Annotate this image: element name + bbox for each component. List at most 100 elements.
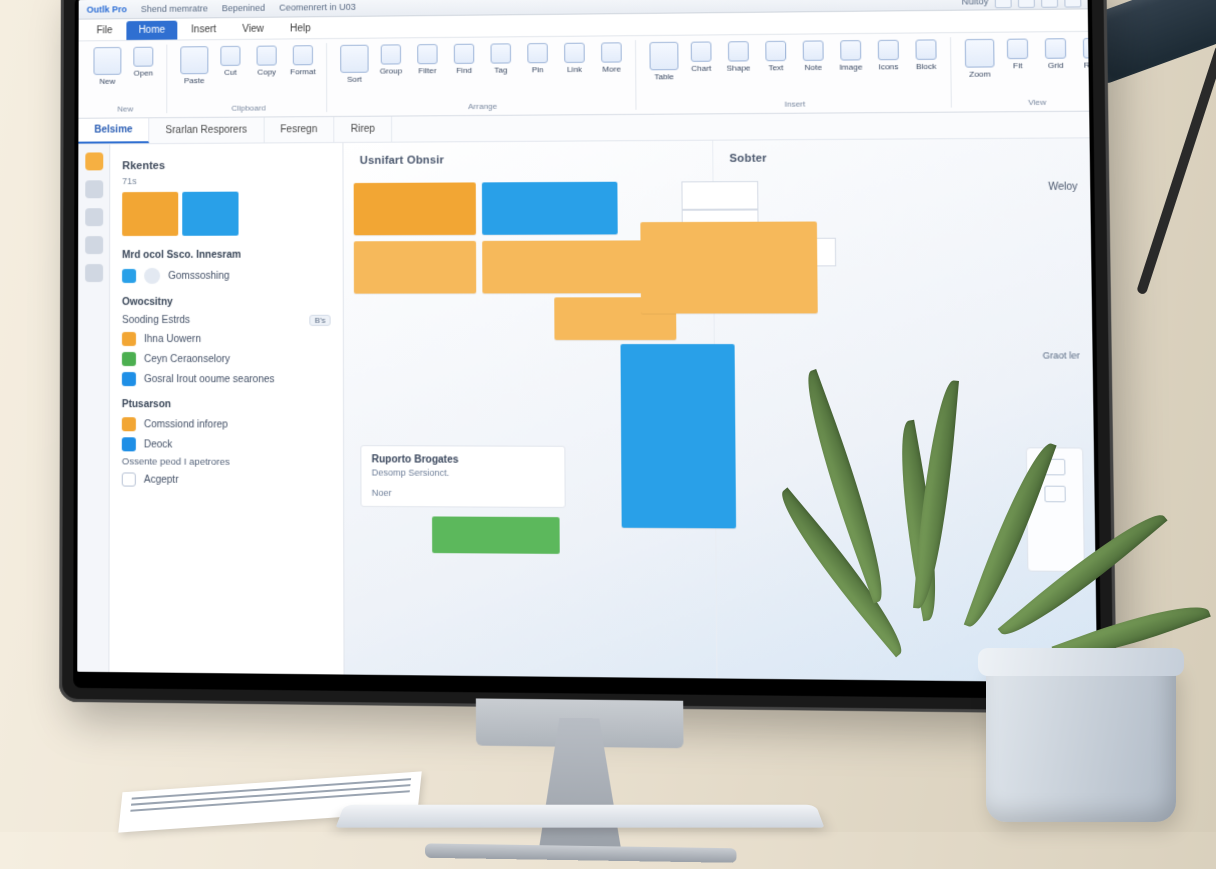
ribbon-button-more[interactable]: More bbox=[596, 42, 627, 74]
ribbon-group-new: NewOpenNew bbox=[84, 45, 167, 114]
ribbon-button-sort[interactable]: Sort bbox=[339, 45, 369, 84]
text-icon bbox=[765, 41, 786, 61]
tag-icon bbox=[491, 43, 512, 63]
app-name: Outlk Pro bbox=[87, 4, 127, 14]
sidebar-item[interactable]: Ceyn Ceraonselory bbox=[122, 349, 331, 369]
ribbon-button-table[interactable]: Table bbox=[648, 42, 679, 82]
filter-icon bbox=[417, 44, 437, 64]
shape-icon bbox=[728, 41, 749, 61]
category-color-icon bbox=[122, 437, 136, 451]
sidebar-sub: 71s bbox=[122, 175, 330, 186]
ribbon-button-link[interactable]: Link bbox=[559, 43, 590, 74]
ribbon-button-image[interactable]: Image bbox=[835, 40, 867, 72]
swatch-blue[interactable] bbox=[182, 192, 238, 236]
more-icon[interactable] bbox=[85, 264, 103, 282]
share-icon[interactable] bbox=[995, 0, 1012, 8]
green-block[interactable] bbox=[432, 516, 560, 553]
sidebar-section-1-line: Sooding Estrds B's bbox=[122, 312, 331, 329]
category-color-icon bbox=[122, 352, 136, 366]
ribbon-right-label: Nultoy bbox=[962, 0, 989, 7]
ribbon-tab-file[interactable]: File bbox=[85, 21, 125, 40]
ribbon-button-filter[interactable]: Filter bbox=[412, 44, 443, 75]
note-icon[interactable] bbox=[85, 208, 103, 226]
keyboard bbox=[336, 805, 825, 828]
dashboard-block[interactable] bbox=[482, 182, 618, 235]
card-subtitle: Desomp Sersionct. bbox=[372, 467, 555, 478]
checkbox-icon[interactable] bbox=[122, 472, 136, 486]
ribbon-button-new[interactable]: New bbox=[92, 47, 122, 86]
ribbon: NewOpenNewPasteCutCopyFormatClipboardSor… bbox=[78, 32, 1089, 119]
ribbon-button-cut[interactable]: Cut bbox=[215, 46, 245, 77]
column-header-right: Sobter bbox=[729, 151, 1073, 165]
ribbon-button-ruler[interactable]: Ruler bbox=[1078, 38, 1098, 70]
doc-tab-3[interactable]: Rirep bbox=[334, 117, 392, 142]
help-icon[interactable] bbox=[1064, 0, 1081, 8]
sidebar-caption-1: Mrd ocol Ssco. Innesram bbox=[122, 249, 330, 261]
ribbon-button-block[interactable]: Block bbox=[910, 39, 942, 71]
ribbon-button-text[interactable]: Text bbox=[760, 41, 791, 73]
sync-icon[interactable] bbox=[1018, 0, 1035, 8]
ribbon-tab-home[interactable]: Home bbox=[127, 21, 178, 40]
dashboard-block[interactable] bbox=[354, 182, 476, 235]
ribbon-group-insert: TableChartShapeTextNoteImageIconsBlockIn… bbox=[640, 37, 952, 110]
paste-icon bbox=[180, 46, 208, 74]
dashboard-block[interactable] bbox=[620, 344, 736, 528]
category-color-icon bbox=[122, 372, 136, 386]
folder-icon bbox=[122, 269, 136, 283]
doc-tab-2[interactable]: Fesregn bbox=[264, 117, 334, 142]
dashboard-block[interactable] bbox=[354, 241, 476, 294]
cut-icon bbox=[220, 46, 240, 66]
ribbon-tab-insert[interactable]: Insert bbox=[179, 20, 228, 39]
sidebar-item[interactable]: Ihna Uowern bbox=[122, 329, 331, 349]
search-icon bbox=[144, 268, 160, 284]
doc-tab-0[interactable]: Belsime bbox=[78, 118, 149, 143]
format-icon bbox=[293, 45, 313, 65]
sidebar-item[interactable]: Acgeptr bbox=[122, 469, 331, 490]
ribbon-right-tools: Nultoy bbox=[962, 0, 1082, 9]
sidebar-section-1-title: Owocsitny bbox=[122, 297, 331, 308]
dashboard-block[interactable] bbox=[640, 222, 817, 314]
ribbon-button-open[interactable]: Open bbox=[128, 47, 158, 78]
sidebar-item[interactable]: Comssiond inforep bbox=[122, 414, 331, 435]
tag-icon[interactable] bbox=[85, 236, 103, 254]
ribbon-group-arrange: SortGroupFilterFindTagPinLinkMoreArrange bbox=[331, 40, 636, 112]
doc-tab-1[interactable]: Srarlan Resporers bbox=[150, 117, 265, 143]
ribbon-button-format[interactable]: Format bbox=[288, 45, 318, 76]
ribbon-button-paste[interactable]: Paste bbox=[179, 46, 209, 85]
category-color-icon bbox=[122, 332, 136, 346]
grid-cell[interactable] bbox=[681, 181, 758, 210]
quick-label: Gomssoshing bbox=[168, 270, 229, 281]
sidebar-item[interactable]: Deock bbox=[122, 434, 331, 455]
ribbon-button-chart[interactable]: Chart bbox=[686, 41, 717, 73]
pin-icon[interactable] bbox=[85, 152, 103, 170]
ruler-icon bbox=[1083, 38, 1097, 59]
ribbon-button-fit[interactable]: Fit bbox=[1002, 39, 1034, 71]
ribbon-button-tag[interactable]: Tag bbox=[485, 43, 516, 74]
ribbon-button-find[interactable]: Find bbox=[449, 44, 480, 75]
ribbon-tab-view[interactable]: View bbox=[230, 20, 276, 39]
ribbon-tab-help[interactable]: Help bbox=[278, 19, 323, 38]
desk-plant bbox=[936, 402, 1216, 822]
sidebar: Rkentes 71s Mrd ocol Ssco. Innesram Goms… bbox=[109, 143, 344, 675]
folder-icon[interactable] bbox=[85, 180, 103, 198]
settings-icon[interactable] bbox=[1041, 0, 1058, 8]
ribbon-button-grid[interactable]: Grid bbox=[1040, 38, 1072, 70]
sidebar-quick-item[interactable]: Gomssoshing bbox=[122, 264, 331, 286]
info-card[interactable]: Ruporto Brogates Desomp Sersionct. Noer bbox=[360, 445, 565, 508]
sidebar-item: Ossente peod I apetrores bbox=[122, 454, 331, 470]
ribbon-button-shape[interactable]: Shape bbox=[723, 41, 754, 73]
ribbon-button-zoom[interactable]: Zoom bbox=[964, 39, 996, 79]
ribbon-button-pin[interactable]: Pin bbox=[522, 43, 553, 74]
fit-icon bbox=[1007, 39, 1028, 60]
sidebar-item[interactable]: Gosral Irout ooume searones bbox=[122, 369, 331, 389]
ribbon-button-group[interactable]: Group bbox=[376, 44, 407, 75]
swatch-orange[interactable] bbox=[122, 192, 178, 236]
ribbon-button-icons[interactable]: Icons bbox=[873, 40, 905, 72]
group-icon bbox=[381, 44, 401, 64]
new-icon bbox=[93, 47, 121, 75]
ribbon-button-note[interactable]: Note bbox=[797, 40, 829, 72]
image-icon bbox=[840, 40, 861, 60]
grid-icon bbox=[1045, 38, 1066, 59]
ribbon-button-copy[interactable]: Copy bbox=[252, 45, 282, 76]
find-icon bbox=[454, 44, 474, 64]
